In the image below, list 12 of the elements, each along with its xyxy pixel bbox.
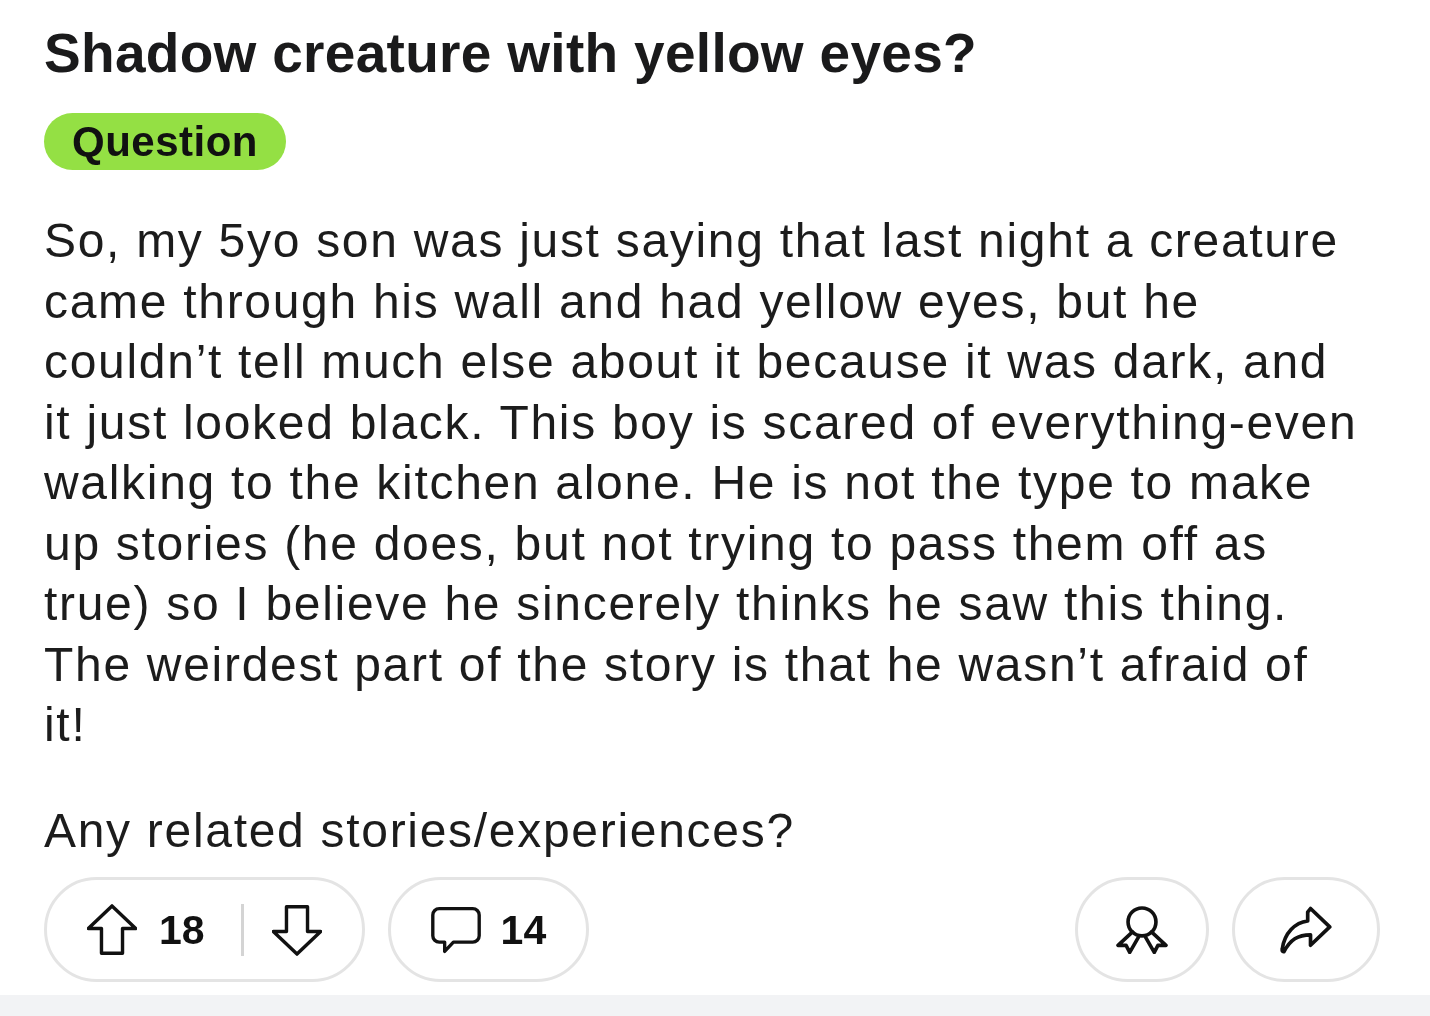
body-paragraph: Any related stories/experiences? — [44, 802, 796, 859]
upvote-button[interactable] — [87, 903, 137, 956]
upvote-count: 18 — [159, 905, 205, 954]
down-arrow-icon — [271, 903, 322, 956]
comments-button[interactable]: 14 — [387, 877, 590, 982]
share-icon — [1280, 905, 1332, 954]
downvote-button[interactable] — [271, 903, 322, 956]
body-paragraph: So, my 5yo son was just saying that last night a creature came through his wall and had yellow eyes, but he couldn’t tell much else about it because it was dark, and it just looked black. This boy is scared of everything-even walking to the kitchen alone. He is not the type to make up stories (he does, but not trying to pass them off as true) so I believe he sincerely thinks he saw this thing. The weirdest part of the story is that he wasn’t afraid of it! — [44, 213, 1359, 753]
up-arrow-icon — [87, 903, 137, 956]
post-title: Shadow creature with yellow eyes? — [44, 23, 977, 83]
flair-tag[interactable]: Question — [44, 113, 286, 170]
award-ribbon-icon — [1115, 905, 1169, 954]
